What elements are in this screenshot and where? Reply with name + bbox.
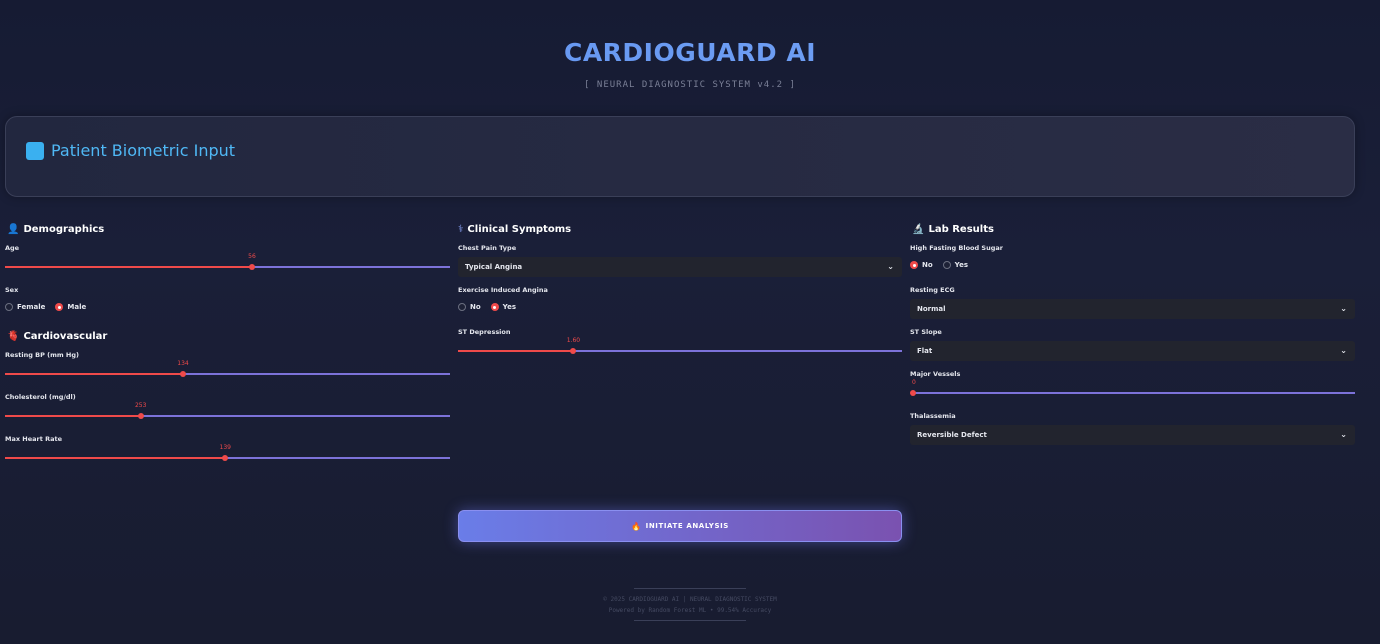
st-depression-label: ST Depression xyxy=(458,328,511,336)
sex-label: Sex xyxy=(5,286,19,294)
chol-value: 253 xyxy=(134,402,147,409)
sex-option-male[interactable]: Male xyxy=(55,303,86,311)
radio-dot-selected xyxy=(490,303,499,311)
radio-label: Female xyxy=(17,303,46,311)
square-icon xyxy=(26,142,44,160)
radio-dot xyxy=(458,303,466,311)
fbs-option-no[interactable]: No xyxy=(910,261,933,269)
column-lab: 🔬 Lab Results High Fasting Blood Sugar N… xyxy=(910,222,1355,447)
chol-slider[interactable]: 253 xyxy=(5,402,450,422)
sex-option-female[interactable]: Female xyxy=(5,303,45,311)
angina-option-yes[interactable]: Yes xyxy=(490,303,517,311)
thal-value: Reversible Defect xyxy=(917,431,987,439)
initiate-analysis-button[interactable]: 🔥 INITIATE ANALYSIS xyxy=(458,510,902,542)
sex-radio-group: Female Male xyxy=(5,303,86,311)
bp-slider[interactable]: 134 xyxy=(5,360,450,380)
fbs-label: High Fasting Blood Sugar xyxy=(910,244,1003,252)
hr-label: Max Heart Rate xyxy=(5,435,63,443)
clinical-heading: ⚕ Clinical Symptoms xyxy=(458,222,571,236)
radio-label: Yes xyxy=(502,303,517,311)
angina-option-no[interactable]: No xyxy=(458,303,481,311)
footer-divider xyxy=(634,620,746,621)
chest-pain-label: Chest Pain Type xyxy=(458,244,517,252)
age-slider[interactable]: 56 xyxy=(5,253,450,273)
chevron-down-icon: ⌄ xyxy=(1340,430,1347,439)
heart-icon: 🫀 xyxy=(7,330,20,342)
footer-copyright: © 2025 CARDIOGUARD AI | NEURAL DIAGNOSTI… xyxy=(603,596,777,603)
chest-pain-value: Typical Angina xyxy=(465,263,523,271)
footer-powered: Powered by Random Forest ML • 99.54% Acc… xyxy=(608,607,772,614)
footer: © 2025 CARDIOGUARD AI | NEURAL DIAGNOSTI… xyxy=(0,588,1380,621)
st-depression-slider[interactable]: 1.60 xyxy=(458,337,902,357)
lab-heading-text: Lab Results xyxy=(928,223,994,235)
hr-slider-thumb[interactable] xyxy=(222,455,229,461)
bp-slider-thumb[interactable] xyxy=(180,371,186,377)
bp-label: Resting BP (mm Hg) xyxy=(5,351,79,359)
column-clinical: ⚕ Clinical Symptoms Chest Pain Type Typi… xyxy=(458,222,902,362)
column-demographics: 👤 Demographics Age 56 Sex Female Male 🫀 … xyxy=(5,222,450,472)
person-icon: 👤 xyxy=(7,223,20,235)
st-slider-thumb[interactable] xyxy=(570,348,577,354)
chevron-down-icon: ⌄ xyxy=(1340,346,1347,355)
radio-label: Yes xyxy=(954,261,969,269)
hr-value: 139 xyxy=(219,444,231,451)
chevron-down-icon: ⌄ xyxy=(1340,304,1347,313)
header: CARDIOGUARD AI [ NEURAL DIAGNOSTIC SYSTE… xyxy=(0,38,1380,90)
chol-slider-thumb[interactable] xyxy=(137,413,144,419)
age-slider-thumb[interactable] xyxy=(248,264,255,270)
vessels-slider-thumb[interactable] xyxy=(910,390,916,396)
panel-title: Patient Biometric Input xyxy=(51,141,236,160)
vessels-slider[interactable]: 0 xyxy=(910,379,1355,399)
radio-dot-selected xyxy=(910,261,918,269)
ecg-select[interactable]: Normal ⌄ xyxy=(910,299,1355,319)
chol-label: Cholesterol (mg/dl) xyxy=(5,393,76,401)
clinical-heading-text: Clinical Symptoms xyxy=(467,223,572,235)
angina-label: Exercise Induced Angina xyxy=(458,286,548,294)
input-panel: Patient Biometric Input xyxy=(5,116,1355,197)
vessels-label: Major Vessels xyxy=(910,370,961,378)
hr-slider[interactable]: 139 xyxy=(5,444,450,464)
ecg-label: Resting ECG xyxy=(910,286,955,294)
ecg-value: Normal xyxy=(917,305,946,313)
chest-pain-select[interactable]: Typical Angina ⌄ xyxy=(458,257,902,277)
cardio-heading-text: Cardiovascular xyxy=(23,330,108,342)
stethoscope-icon: ⚕ xyxy=(458,223,464,235)
app-subtitle: [ NEURAL DIAGNOSTIC SYSTEM v4.2 ] xyxy=(584,80,796,90)
age-label: Age xyxy=(5,244,20,252)
demographics-heading: 👤 Demographics xyxy=(7,222,104,236)
bp-value: 134 xyxy=(177,360,189,367)
fbs-option-yes[interactable]: Yes xyxy=(942,261,969,269)
age-value: 56 xyxy=(248,253,256,260)
cardio-heading: 🫀 Cardiovascular xyxy=(7,329,107,343)
thal-select[interactable]: Reversible Defect ⌄ xyxy=(910,425,1355,445)
angina-radio-group: No Yes xyxy=(458,303,516,311)
app-title: CARDIOGUARD AI xyxy=(0,38,1380,67)
st-slope-select[interactable]: Flat ⌄ xyxy=(910,341,1355,361)
radio-label: No xyxy=(922,261,933,269)
demographics-heading-text: Demographics xyxy=(23,223,105,235)
microscope-icon: 🔬 xyxy=(912,223,925,235)
vessels-value: 0 xyxy=(912,379,916,386)
st-depression-value: 1.60 xyxy=(566,337,581,344)
lab-heading: 🔬 Lab Results xyxy=(912,222,994,236)
radio-dot xyxy=(5,303,13,311)
st-slope-value: Flat xyxy=(917,347,933,355)
initiate-analysis-label: INITIATE ANALYSIS xyxy=(645,522,729,530)
fbs-radio-group: No Yes xyxy=(910,261,968,269)
radio-dot xyxy=(942,261,951,269)
st-slope-label: ST Slope xyxy=(910,328,942,336)
flame-icon: 🔥 xyxy=(631,521,642,531)
radio-dot-selected xyxy=(55,303,64,311)
radio-label: Male xyxy=(67,303,87,311)
radio-label: No xyxy=(470,303,481,311)
thal-label: Thalassemia xyxy=(910,412,956,420)
chevron-down-icon: ⌄ xyxy=(887,262,894,271)
